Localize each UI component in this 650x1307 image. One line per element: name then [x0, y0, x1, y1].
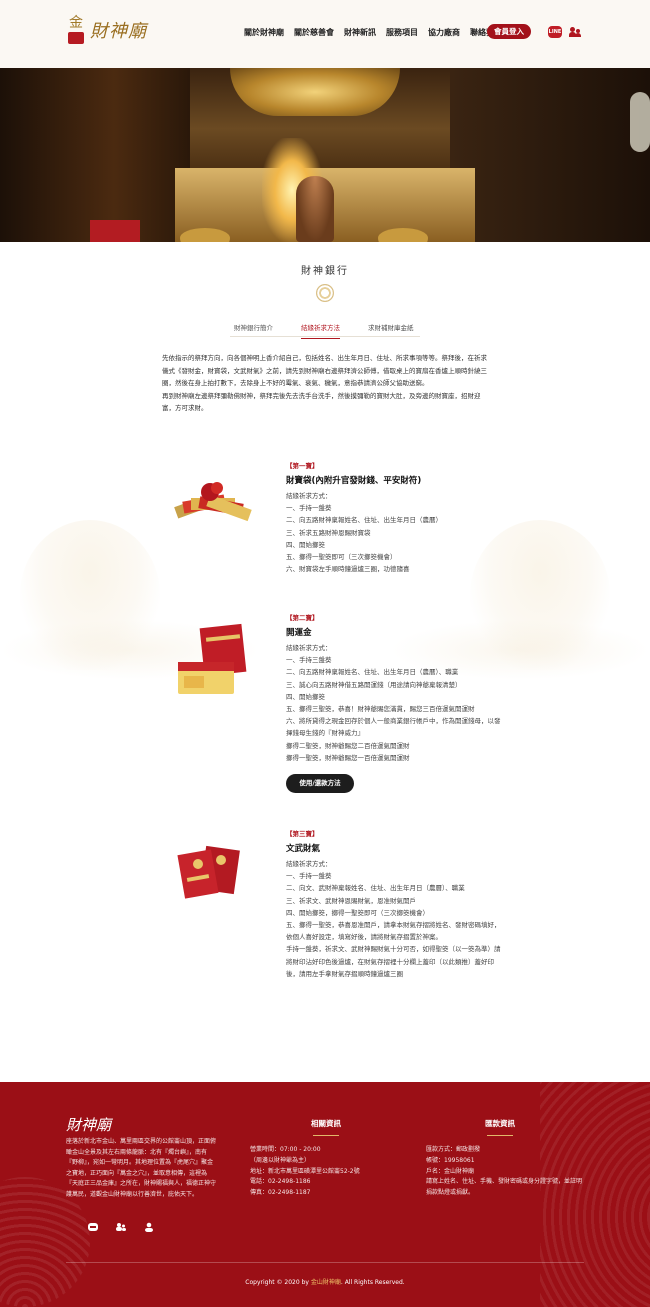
title-emblem-icon — [316, 284, 334, 302]
nav-about-temple[interactable]: 關於財神廟 — [244, 27, 284, 38]
site-logo[interactable]: 金 財神廟 — [66, 14, 147, 46]
nav-partners[interactable]: 協力廠商 — [428, 27, 460, 38]
user-icon[interactable] — [144, 1222, 154, 1232]
footer-logo[interactable]: 財神廟 — [66, 1114, 111, 1135]
nav-news[interactable]: 財神新訊 — [344, 27, 376, 38]
tab-prayer-method[interactable]: 結緣祈求方法 — [301, 322, 340, 339]
fax: 傳真：02-2498-1187 — [250, 1189, 311, 1197]
treasure-item-2: 【第二寶】 開運金 結緣祈求方式： 一、手持三盤葵 二、向五路財神稟報姓名、住址… — [286, 612, 501, 764]
line-icon[interactable] — [88, 1222, 98, 1232]
nav-services[interactable]: 服務項目 — [386, 27, 418, 38]
footer-divider — [66, 1262, 584, 1263]
intro-text: 先依指示的祭拜方向，向各個神明上香介紹自己，包括姓名、出生年月日、住址、所求事項… — [162, 354, 487, 412]
members-icon[interactable] — [569, 26, 583, 38]
item-tag: 【第一寶】 — [286, 462, 319, 470]
tab-paper-money[interactable]: 求財補財庫金紙 — [368, 322, 414, 332]
item-name: 開運金 — [286, 628, 312, 638]
line-icon[interactable]: LINE — [548, 26, 562, 38]
copyright-brand-link[interactable]: 金山財神廟 — [311, 1279, 341, 1286]
logo-mark-icon: 金 — [66, 14, 86, 46]
address: 地址：新北市萬里區磺潭里公館崙52-2號 — [250, 1167, 360, 1175]
footer-social-icons — [88, 1222, 154, 1232]
item-tag: 【第三寶】 — [286, 830, 319, 838]
footer-contact-info: 營業時間：07:00 - 20:00 （周邊以財神爺為主） 地址：新北市萬里區磺… — [250, 1145, 360, 1199]
tab-bar: 財神銀行簡介 結緣祈求方法 求財補財庫金紙 — [230, 322, 420, 339]
business-hours: 營業時間：07:00 - 20:00 — [250, 1146, 321, 1153]
account-number: 帳號：19958061 — [426, 1156, 475, 1164]
copyright-suffix: . All Rights Reserved. — [340, 1279, 405, 1286]
members-icon[interactable] — [116, 1222, 126, 1232]
treasure-item-3: 【第三寶】 文武財氣 結緣祈求方式： 一、手持一盤葵 二、向文、武財神稟報姓名、… — [286, 828, 501, 980]
footer-contact-title: 相關資訊 — [290, 1118, 362, 1136]
item-description: 結緣祈求方式： 一、手持一盤葵 二、向五路財神稟報姓名、住址、出生年月日（農曆）… — [286, 492, 442, 574]
item-description: 結緣祈求方式： 一、手持一盤葵 二、向文、武財神稟報姓名、住址、出生年月日（農曆… — [286, 860, 501, 978]
treasure-bag-image — [174, 482, 252, 522]
main-nav: 關於財神廟 關於慈善會 財神新訊 服務項目 協力廠商 聯絡我們 — [244, 27, 512, 38]
phone[interactable]: 電話：02-2498-1186 — [250, 1177, 360, 1188]
site-header: 金 財神廟 關於財神廟 關於慈善會 財神新訊 服務項目 協力廠商 聯絡我們 會員… — [0, 0, 650, 68]
page-title: 財神銀行 — [301, 266, 349, 277]
copyright-prefix: Copyright © 2020 by — [245, 1279, 311, 1286]
member-login-button[interactable]: 會員登入 — [487, 24, 531, 39]
wealth-passbook-image — [177, 845, 240, 899]
lucky-money-image — [178, 623, 247, 694]
account-name: 戶名：金山財神廟 — [426, 1167, 475, 1175]
nav-about-charity[interactable]: 關於慈善會 — [294, 27, 334, 38]
footer-about-text: 座落於新北市金山、萬里兩區交界的公館崙山頂，正面俯瞰金山全景及其左右兩條龍脈：北… — [66, 1138, 217, 1198]
tab-introduction[interactable]: 財神銀行簡介 — [234, 322, 273, 332]
payment-method: 匯款方式：郵政劃撥 — [426, 1146, 481, 1153]
item-name: 財寶袋(內附升官發財錢、平安財符) — [286, 476, 422, 486]
logo-text: 財神廟 — [90, 21, 147, 42]
treasure-item-1: 【第一寶】 財寶袋(內附升官發財錢、平安財符) 結緣祈求方式： 一、手持一盤葵 … — [286, 460, 501, 575]
business-hours-note: （周邊以財神爺為主） — [250, 1156, 311, 1164]
copyright: Copyright © 2020 by 金山財神廟. All Rights Re… — [0, 1277, 650, 1286]
usage-repayment-button[interactable]: 使用/還款方法 — [286, 774, 354, 793]
item-tag: 【第二寶】 — [286, 614, 319, 622]
item-name: 文武財氣 — [286, 844, 321, 854]
payment-note: 請寫上姓名、住址、手機、發財密碼或身分證字號，並註明捐款點燈或捐獻。 — [426, 1178, 583, 1197]
hero-banner-image — [0, 68, 650, 242]
footer-payment-info: 匯款方式：郵政劃撥 帳號：19958061 戶名：金山財神廟 請寫上姓名、住址、… — [426, 1145, 586, 1199]
footer-payment-title: 匯款資訊 — [464, 1118, 536, 1136]
item-description: 結緣祈求方式： 一、手持三盤葵 二、向五路財神稟報姓名、住址、出生年月日（農曆）… — [286, 644, 501, 762]
